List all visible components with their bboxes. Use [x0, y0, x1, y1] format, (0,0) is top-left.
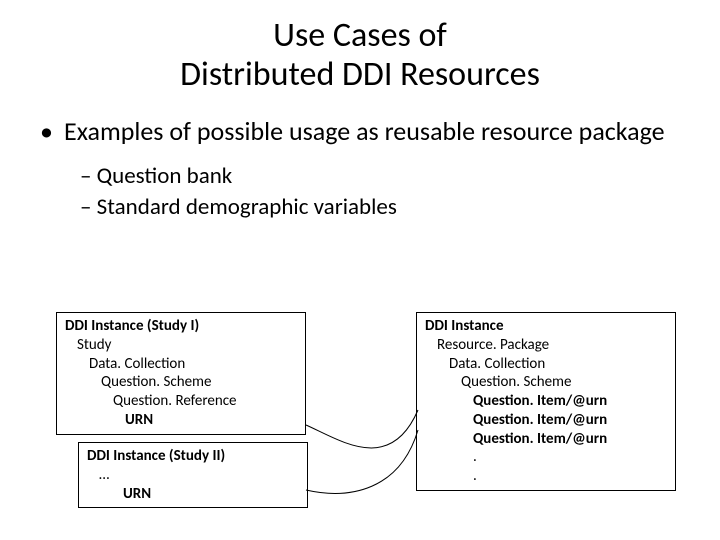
box3-line8: . [425, 467, 667, 486]
box2-line2: URN [87, 485, 299, 504]
main-bullet-text: Examples of possible usage as reusable r… [64, 115, 665, 147]
sub-bullet-2: Standard demographic variables [80, 192, 720, 223]
box3-line4: Question. Item/@urn [425, 392, 667, 411]
box2-line1: … [87, 466, 299, 485]
sub-bullet-1: Question bank [80, 161, 720, 192]
title-line1: Use Cases of [273, 15, 447, 56]
box3-line2: Data. Collection [425, 355, 667, 374]
box1-line1: Study [65, 336, 297, 355]
sub-bullets: Question bank Standard demographic varia… [80, 161, 720, 223]
box-study2: DDI Instance (Study II) … URN [78, 442, 308, 508]
box3-line5: Question. Item/@urn [425, 411, 667, 430]
slide-title: Use Cases of Distributed DDI Resources [0, 0, 720, 94]
box2-line0: DDI Instance (Study II) [87, 447, 299, 466]
box-resource: DDI Instance Resource. Package Data. Col… [416, 312, 676, 491]
box3-line6: Question. Item/@urn [425, 430, 667, 449]
box1-line0: DDI Instance (Study I) [65, 317, 297, 336]
box3-line1: Resource. Package [425, 336, 667, 355]
box3-line3: Question. Scheme [425, 373, 667, 392]
main-bullet: Examples of possible usage as reusable r… [40, 116, 680, 147]
title-line2: Distributed DDI Resources [180, 54, 540, 95]
box1-line4: Question. Reference [65, 392, 297, 411]
box3-line7: . [425, 448, 667, 467]
box1-line3: Question. Scheme [65, 373, 297, 392]
box1-line5: URN [65, 411, 297, 430]
box3-line0: DDI Instance [425, 317, 667, 336]
box1-line2: Data. Collection [65, 355, 297, 374]
box-study1: DDI Instance (Study I) Study Data. Colle… [56, 312, 306, 435]
